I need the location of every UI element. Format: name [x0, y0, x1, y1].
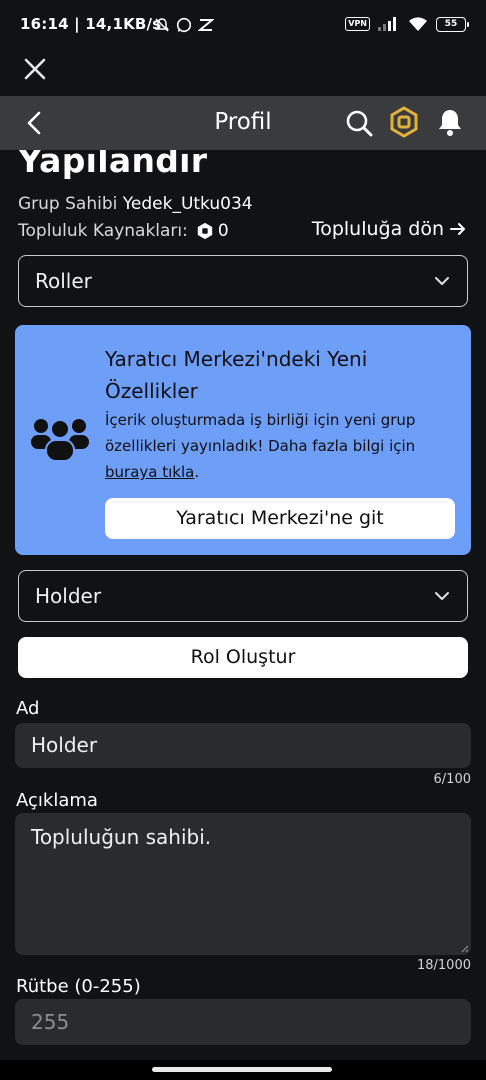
vpn-badge: VPN	[345, 17, 370, 31]
section-dropdown-value: Roller	[35, 269, 92, 293]
page-title: Yapılandır	[18, 150, 208, 180]
rank-label: Rütbe (0-255)	[16, 976, 141, 997]
role-description-value: Topluluğun sahibi.	[31, 825, 212, 849]
resize-grip-icon[interactable]	[459, 943, 469, 953]
create-role-button[interactable]: Rol Oluştur	[18, 637, 468, 678]
promo-body-text: İçerik oluşturmada iş birliği için yeni …	[105, 411, 416, 455]
role-dropdown-value: Holder	[35, 584, 102, 608]
creator-hub-promo-banner: Yaratıcı Merkezi'ndeki Yeni Özellikler İ…	[15, 325, 471, 555]
notification-icons	[154, 17, 214, 33]
muted-bell-icon	[155, 18, 169, 32]
group-members-icon	[31, 419, 89, 462]
role-name-input[interactable]: Holder	[15, 723, 471, 768]
description-char-counter: 18/1000	[416, 958, 471, 973]
funds-label: Topluluk Kaynakları:	[18, 221, 188, 241]
role-rank-value: 255	[31, 1010, 70, 1034]
robux-icon[interactable]	[388, 106, 420, 138]
whatsapp-icon	[176, 17, 192, 33]
capcut-icon	[198, 19, 214, 31]
arrow-right-icon	[450, 223, 465, 235]
section-dropdown[interactable]: Roller	[18, 255, 468, 307]
notifications-bell-icon[interactable]	[435, 107, 465, 137]
role-dropdown[interactable]: Holder	[18, 570, 468, 622]
name-char-counter: 6/100	[433, 772, 471, 787]
go-to-creator-hub-button[interactable]: Yaratıcı Merkezi'ne git	[105, 498, 455, 539]
promo-body: İçerik oluşturmada iş birliği için yeni …	[105, 407, 445, 485]
chevron-down-icon	[435, 277, 449, 285]
status-time-network: 16:14 | 14,1KB/s	[20, 15, 162, 33]
promo-body-suffix: .	[194, 463, 200, 481]
status-icons: VPN 55	[345, 16, 469, 32]
battery-indicator: 55	[436, 16, 469, 32]
search-icon[interactable]	[344, 108, 374, 138]
back-to-group-label: Topluluğa dön	[311, 218, 444, 240]
role-description-textarea[interactable]: Topluluğun sahibi.	[15, 813, 471, 955]
signal-icon	[378, 17, 396, 31]
configure-group-content: Yapılandır Grup Sahibi Yedek_Utku034 Top…	[0, 150, 486, 1060]
home-indicator[interactable]	[152, 1067, 332, 1072]
owner-name-link[interactable]: Yedek_Utku034	[123, 194, 253, 214]
back-to-group-link[interactable]: Topluluğa dön	[312, 218, 466, 240]
promo-title: Yaratıcı Merkezi'ndeki Yeni Özellikler	[105, 347, 368, 403]
close-icon[interactable]	[22, 56, 48, 82]
group-funds-line: Topluluk Kaynakları: 0	[18, 221, 229, 241]
robux-small-icon	[197, 222, 213, 240]
role-name-value: Holder	[31, 733, 98, 757]
close-row	[0, 52, 486, 96]
promo-click-here-link[interactable]: buraya tıkla	[105, 463, 194, 481]
role-rank-input[interactable]: 255	[15, 999, 471, 1045]
group-owner-line: Grup Sahibi Yedek_Utku034	[18, 194, 253, 214]
chevron-down-icon	[435, 592, 449, 600]
name-label: Ad	[16, 698, 40, 719]
wifi-icon	[409, 17, 427, 31]
owner-label: Grup Sahibi	[18, 194, 118, 214]
status-bar: 16:14 | 14,1KB/s VPN 55	[0, 0, 486, 52]
top-navbar: Profil	[0, 96, 486, 150]
system-navigation-bar	[0, 1060, 486, 1080]
description-label: Açıklama	[16, 790, 98, 811]
funds-value: 0	[217, 221, 229, 241]
